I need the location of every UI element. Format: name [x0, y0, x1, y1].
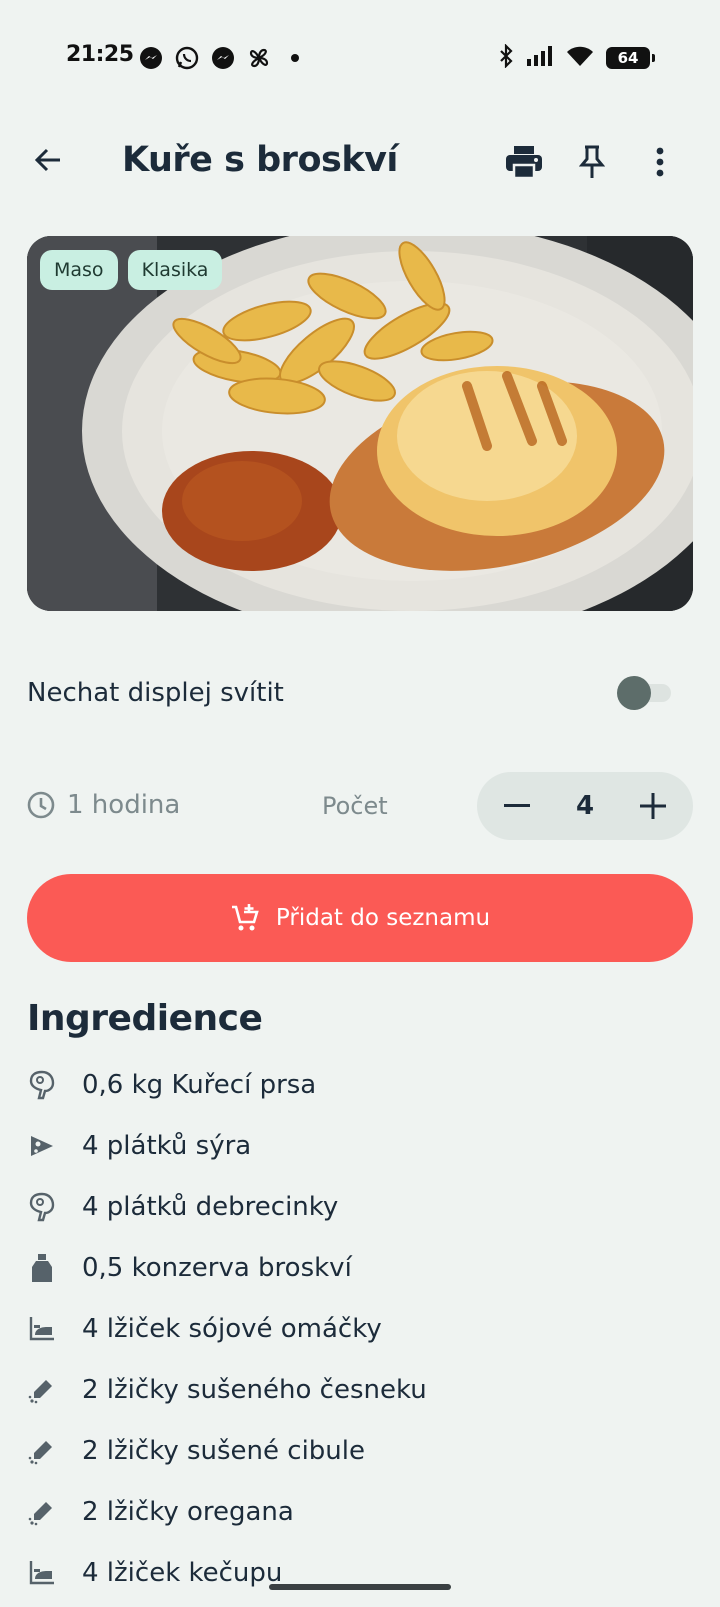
- ingredient-text: 4 plátků sýra: [82, 1130, 252, 1161]
- home-indicator[interactable]: [269, 1584, 451, 1590]
- ingredient-item: 0,5 konzerva broskví: [27, 1237, 693, 1298]
- tag-chip[interactable]: Klasika: [127, 250, 223, 290]
- minus-icon: [504, 804, 530, 807]
- servings-stepper: 4: [477, 772, 693, 840]
- notification-icons: [138, 45, 308, 71]
- ingredient-text: 4 lžiček kečupu: [82, 1557, 283, 1588]
- keep-screen-on-row: Nechat displej svítit: [27, 672, 693, 716]
- jar-icon: [27, 1253, 57, 1283]
- ingredient-item: 2 lžičky sušeného česneku: [27, 1359, 693, 1420]
- more-vert-icon: [656, 147, 664, 177]
- ingredient-text: 2 lžičky oregana: [82, 1496, 294, 1527]
- ingredient-text: 0,5 konzerva broskví: [82, 1252, 352, 1283]
- ingredient-text: 2 lžičky sušené cibule: [82, 1435, 366, 1466]
- add-to-list-button[interactable]: Přidat do seznamu: [27, 874, 693, 962]
- dot-icon: [282, 45, 308, 71]
- battery-level: 64: [617, 49, 639, 67]
- messenger-icon: [210, 45, 236, 71]
- ingredient-text: 2 lžičky sušeného česneku: [82, 1374, 427, 1405]
- duration: 1 hodina: [27, 790, 180, 820]
- bluetooth-icon: [498, 43, 514, 72]
- toggle-thumb: [617, 676, 651, 710]
- spice-icon: [27, 1375, 57, 1405]
- wifi-icon: [566, 45, 594, 71]
- meat-icon: [27, 1192, 57, 1222]
- tag-chip[interactable]: Maso: [40, 250, 118, 290]
- back-button[interactable]: [28, 140, 68, 180]
- ingredient-item: 4 lžiček kečupu: [27, 1542, 693, 1603]
- food-illustration: [27, 236, 693, 611]
- battery-icon: 64: [606, 47, 655, 69]
- system-icons: 64: [498, 43, 655, 72]
- cheese-icon: [27, 1131, 57, 1161]
- plus-icon: [640, 793, 666, 819]
- recipe-meta-row: 1 hodina Počet 4: [27, 772, 693, 840]
- pin-icon: [579, 145, 605, 178]
- ingredient-item: 4 plátků debrecinky: [27, 1176, 693, 1237]
- more-options-button[interactable]: [640, 140, 680, 184]
- ingredient-item: 4 lžiček sójové omáčky: [27, 1298, 693, 1359]
- print-button[interactable]: [502, 140, 546, 184]
- tag-list: Maso Klasika: [40, 250, 223, 290]
- spice-icon: [27, 1497, 57, 1527]
- status-bar: 21:25 64: [0, 0, 720, 116]
- ingredients-list: 0,6 kg Kuřecí prsa 4 plátků sýra 4 plátk…: [27, 1054, 693, 1603]
- sauce-icon: [27, 1558, 57, 1588]
- ingredient-item: 4 plátků sýra: [27, 1115, 693, 1176]
- add-shopping-cart-icon: [231, 904, 259, 931]
- ingredient-item: 0,6 kg Kuřecí prsa: [27, 1054, 693, 1115]
- ingredient-text: 0,6 kg Kuřecí prsa: [82, 1069, 317, 1100]
- ingredient-item: 2 lžičky oregana: [27, 1481, 693, 1542]
- add-to-list-label: Přidat do seznamu: [275, 905, 491, 931]
- ingredient-text: 4 lžiček sójové omáčky: [82, 1313, 382, 1344]
- decrease-button[interactable]: [499, 788, 535, 824]
- pin-button[interactable]: [572, 140, 612, 184]
- whatsapp-icon: [174, 45, 200, 71]
- servings-value: 4: [575, 791, 595, 821]
- sauce-icon: [27, 1314, 57, 1344]
- ingredient-item: 2 lžičky sušené cibule: [27, 1420, 693, 1481]
- duration-label: 1 hodina: [67, 790, 181, 820]
- page-title: Kuře s broskví: [122, 140, 398, 180]
- spice-icon: [27, 1436, 57, 1466]
- ingredient-text: 4 plátků debrecinky: [82, 1191, 339, 1222]
- print-icon: [506, 146, 542, 179]
- signal-icon: [526, 45, 554, 71]
- status-time: 21:25: [66, 42, 134, 67]
- app-bar: Kuře s broskví: [0, 130, 720, 194]
- servings-label: Počet: [322, 792, 388, 820]
- keep-screen-on-toggle[interactable]: [617, 676, 675, 710]
- meat-icon: [27, 1070, 57, 1100]
- keep-screen-on-label: Nechat displej svítit: [27, 678, 284, 708]
- increase-button[interactable]: [635, 788, 671, 824]
- arrow-left-icon: [34, 148, 60, 172]
- ingredients-heading: Ingredience: [27, 998, 263, 1039]
- clock-icon: [27, 791, 55, 819]
- messenger-icon: [138, 45, 164, 71]
- pinwheel-icon: [246, 45, 272, 71]
- recipe-photo: Maso Klasika: [27, 236, 693, 611]
